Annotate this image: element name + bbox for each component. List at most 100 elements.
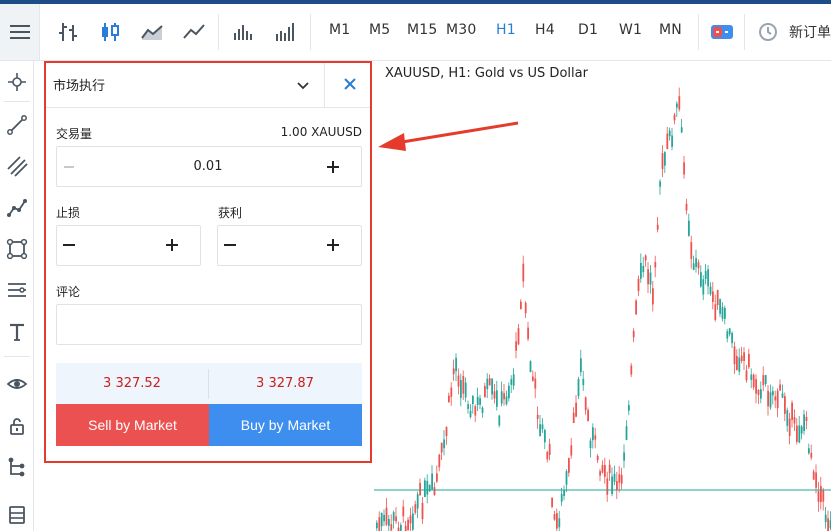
candle-body — [484, 386, 486, 398]
candle-body — [383, 515, 385, 522]
visibility-tool[interactable] — [4, 371, 30, 397]
line-chart-button[interactable] — [180, 18, 208, 46]
candle-body — [431, 473, 433, 490]
candle-body — [688, 220, 690, 236]
chevron-down-icon[interactable] — [294, 76, 312, 94]
timeframe-m15[interactable]: M15 — [407, 22, 438, 38]
bid-price: 3 327.52 — [103, 376, 161, 391]
header-divider — [46, 107, 370, 108]
stop-loss-decrease-button[interactable] — [57, 233, 81, 257]
candle-body — [452, 368, 455, 375]
timeframe-m30[interactable]: M30 — [446, 22, 477, 38]
candle-body — [460, 380, 462, 398]
stop-loss-increase-button[interactable] — [160, 233, 184, 257]
new-order-label[interactable]: 新订单 — [789, 22, 831, 42]
candle-body — [522, 263, 525, 282]
candle-body — [752, 374, 755, 388]
candle-body — [517, 328, 520, 345]
volume-decrease-button[interactable] — [57, 155, 81, 179]
polyline-tool[interactable] — [4, 195, 30, 221]
comment-label: 评论 — [56, 285, 81, 299]
candle-body — [515, 341, 517, 351]
take-profit-decrease-button[interactable] — [218, 233, 242, 257]
sell-by-market-button[interactable]: Sell by Market — [56, 404, 209, 446]
crosshair-tool[interactable] — [4, 69, 30, 95]
volume-button[interactable] — [230, 18, 258, 46]
candle-body — [594, 435, 597, 440]
candle-body — [539, 424, 541, 437]
candle-body — [560, 494, 563, 502]
candle-body — [385, 507, 388, 525]
volume-input[interactable]: 0.01 — [150, 159, 266, 174]
timeframe-m1[interactable]: M1 — [329, 22, 350, 38]
candle-body — [580, 358, 582, 373]
candle-body — [784, 396, 786, 414]
shape-icon — [6, 238, 28, 260]
candle-body — [637, 278, 640, 292]
candle-body — [616, 481, 618, 490]
buy-by-market-button[interactable]: Buy by Market — [209, 404, 362, 446]
take-profit-increase-button[interactable] — [321, 233, 345, 257]
order-type-select[interactable]: 市场执行 — [53, 75, 105, 94]
timeframe-d1[interactable]: D1 — [578, 22, 598, 38]
menu-button[interactable] — [0, 4, 40, 60]
candle-body — [824, 514, 827, 523]
close-panel-button[interactable] — [340, 74, 360, 94]
candle-body — [551, 497, 553, 507]
trendline-tool[interactable] — [4, 112, 30, 138]
timeframe-m5[interactable]: M5 — [369, 22, 390, 38]
candle-body — [390, 524, 393, 531]
channel-tool[interactable] — [4, 153, 30, 179]
lock-tool[interactable] — [4, 413, 30, 439]
timeframe-h4[interactable]: H4 — [535, 22, 555, 38]
comment-input[interactable] — [56, 304, 362, 345]
candle-body — [656, 224, 659, 230]
candle-body — [493, 391, 496, 399]
candle-body — [553, 514, 556, 520]
objects-list-tool[interactable] — [4, 502, 30, 528]
candle-body — [779, 384, 781, 391]
candle-body — [632, 330, 635, 338]
line-chart-icon — [183, 24, 205, 39]
candle-body — [606, 478, 609, 495]
candle-body — [810, 452, 813, 458]
trendline-icon — [7, 115, 27, 135]
candle-body — [529, 361, 532, 373]
bar-chart-button[interactable] — [54, 18, 82, 46]
trade-toggle-icon — [711, 25, 733, 39]
area-chart-button[interactable] — [138, 18, 166, 46]
shape-tool[interactable] — [4, 236, 30, 262]
candle-body — [716, 290, 719, 306]
candle-body — [666, 133, 669, 150]
tool-separator — [4, 101, 30, 102]
candle-body — [644, 255, 647, 261]
candle-body — [805, 416, 808, 422]
text-icon — [10, 323, 24, 341]
candle-body — [745, 370, 748, 381]
lock-icon — [10, 418, 24, 435]
candle-body — [709, 286, 712, 295]
timeframe-mn[interactable]: MN — [659, 22, 682, 38]
candle-body — [587, 409, 589, 422]
top-toolbar: 新订单 M1 M5 M15 M30 H1 H4 D1 W1 MN — [0, 4, 831, 61]
candle-body — [760, 389, 762, 399]
timeframe-w1[interactable]: W1 — [619, 22, 642, 38]
candle-body — [728, 328, 731, 335]
objects-icon — [9, 506, 25, 524]
text-tool[interactable] — [4, 319, 30, 345]
fibonacci-tool[interactable] — [4, 277, 30, 303]
object-tree-tool[interactable] — [4, 454, 30, 480]
candle-body — [750, 374, 753, 380]
candle-body — [395, 516, 397, 522]
candlestick-button[interactable] — [96, 18, 124, 46]
volume-increase-button[interactable] — [321, 155, 345, 179]
new-order-button[interactable] — [754, 18, 782, 46]
candle-body — [695, 258, 697, 267]
candle-body — [496, 390, 498, 407]
candle-body — [704, 270, 707, 280]
tick-volume-button[interactable] — [272, 18, 300, 46]
trade-toggle-button[interactable] — [708, 18, 736, 46]
candle-body — [767, 390, 769, 407]
candle-body — [822, 490, 825, 502]
timeframe-h1[interactable]: H1 — [496, 22, 516, 38]
